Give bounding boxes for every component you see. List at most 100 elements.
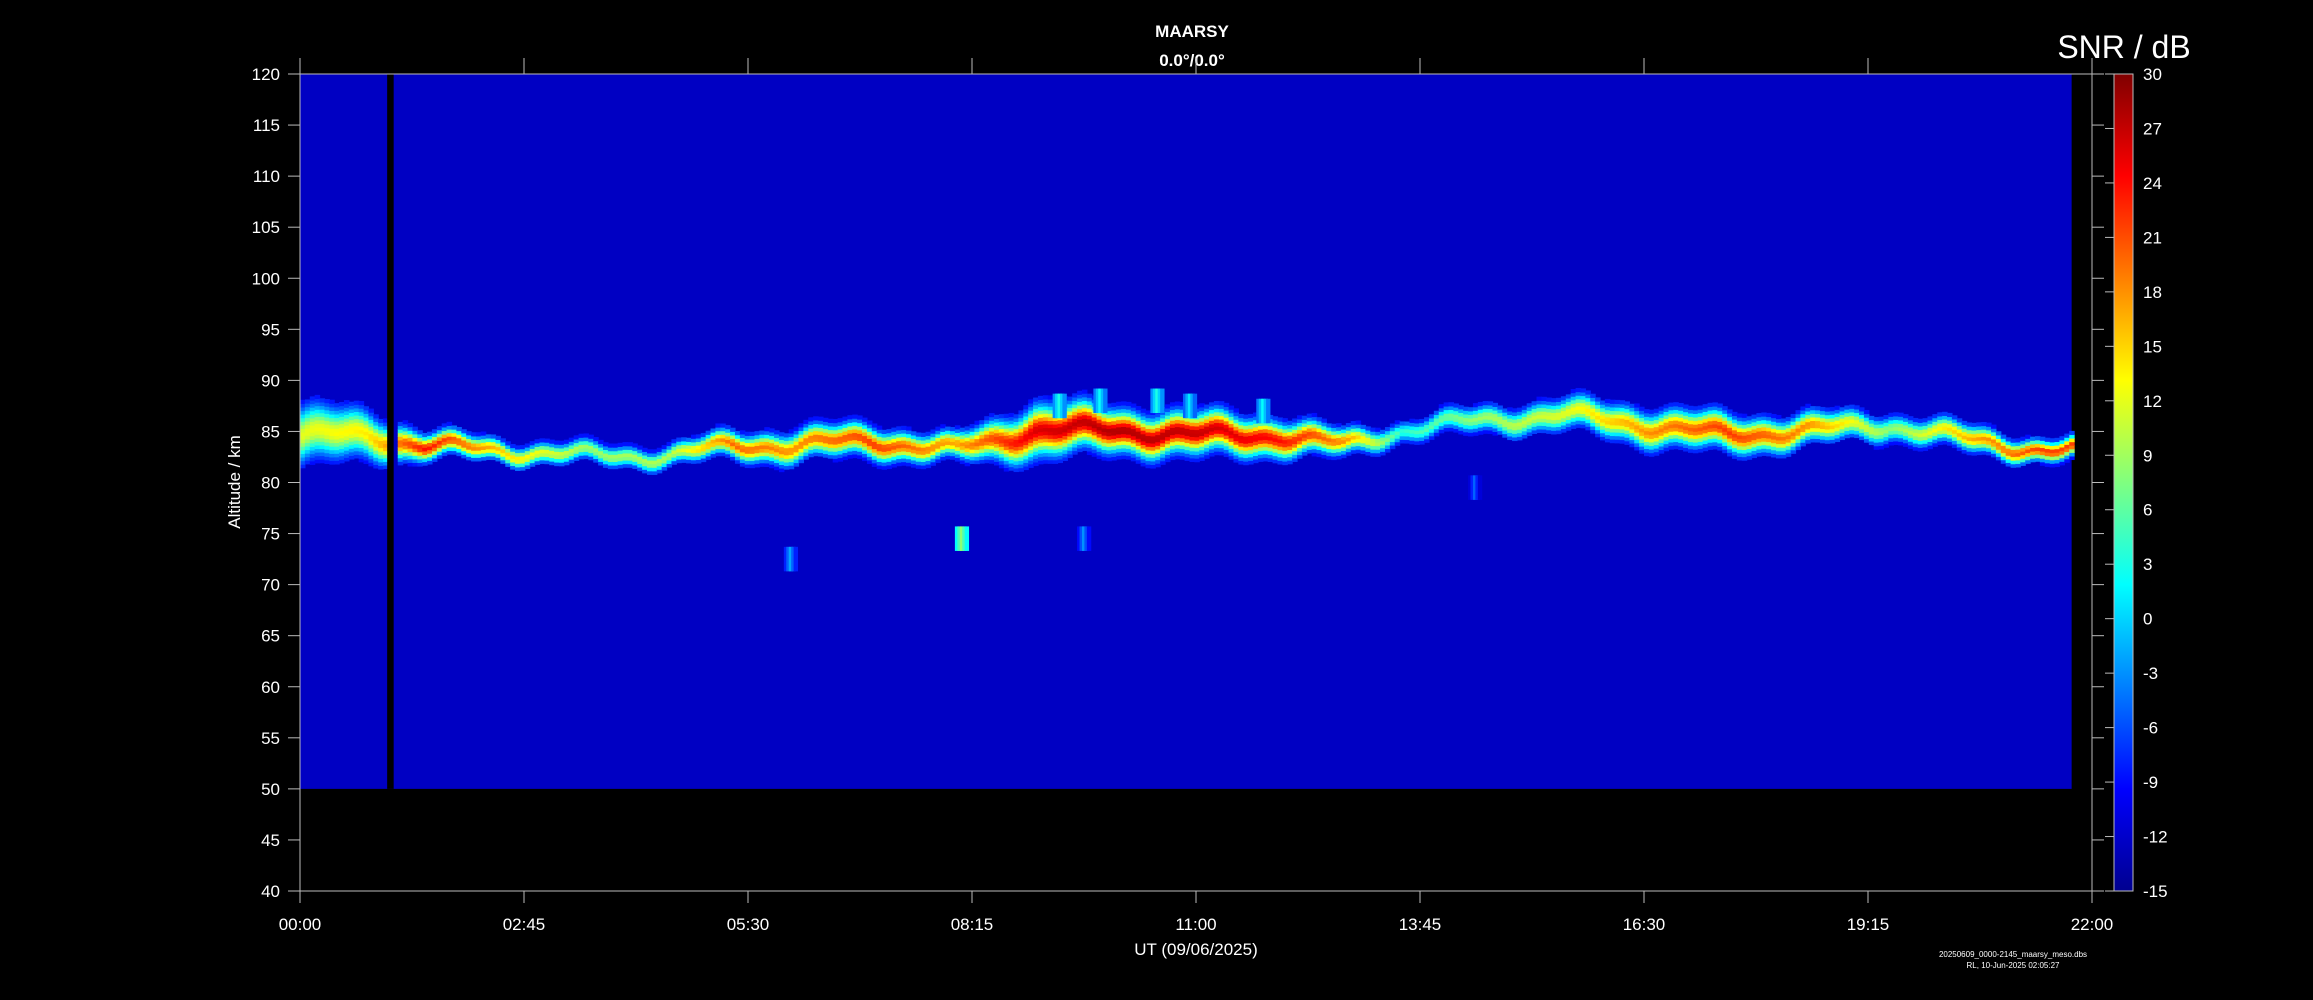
echo-cell: [1199, 403, 1205, 408]
echo-cell: [1863, 420, 1870, 425]
echo-cell: [446, 446, 453, 451]
echo-cell: [1712, 409, 1718, 414]
echo-cell: [339, 444, 345, 450]
echo-cell: [1771, 428, 1777, 433]
echo-cell: [2049, 463, 2056, 468]
echo-cell: [1849, 411, 1855, 416]
echo-cell: [993, 436, 1000, 441]
echo-cell: [583, 437, 589, 442]
echo-cell: [1116, 430, 1122, 435]
echo-cell: [1516, 436, 1523, 441]
echo-cell: [402, 452, 409, 457]
echo-cell: [1815, 434, 1821, 439]
echo-cell: [1355, 434, 1362, 439]
echo-cell: [1111, 413, 1117, 418]
echo-burst: [1477, 475, 1483, 500]
echo-cell: [896, 426, 902, 431]
echo-cell: [1233, 429, 1239, 435]
echo-cell: [446, 439, 453, 444]
echo-cell: [568, 459, 575, 464]
echo-cell: [2039, 454, 2046, 459]
echo-cell: [993, 443, 1000, 448]
echo-cell: [329, 417, 335, 422]
echo-cell: [1614, 432, 1621, 437]
echo-cell: [1800, 410, 1806, 415]
echo-cell: [1213, 415, 1220, 420]
echo-cell: [1512, 433, 1518, 438]
echo-cell: [1340, 428, 1347, 434]
echo-cell: [1687, 420, 1694, 425]
echo-cell: [1008, 416, 1015, 421]
echo-cell: [1658, 438, 1665, 443]
echo-cell: [1521, 430, 1528, 435]
echo-cell: [300, 399, 306, 404]
echo-cell: [1922, 436, 1929, 441]
echo-cell: [935, 444, 941, 449]
echo-cell: [343, 403, 350, 408]
echo-cell: [1477, 416, 1484, 421]
echo-cell: [901, 436, 907, 441]
echo-cell: [2064, 458, 2070, 463]
echo-cell: [847, 415, 853, 420]
echo-cell: [695, 437, 702, 443]
echo-cell: [1081, 439, 1088, 444]
echo-cell: [1609, 421, 1616, 426]
echo-cell: [329, 421, 335, 426]
echo-cell: [578, 440, 585, 446]
echo-cell: [1844, 430, 1850, 435]
echo-cell: [871, 462, 878, 467]
echo-cell: [1282, 453, 1288, 459]
echo-cell: [1018, 446, 1024, 451]
echo-cell: [1487, 408, 1494, 413]
echo-cell: [1081, 396, 1088, 401]
echo-cell: [1067, 428, 1073, 433]
echo-cell: [1130, 414, 1137, 419]
echo-cell: [1028, 452, 1034, 458]
echo-cell: [1727, 427, 1733, 432]
echo-cell: [612, 443, 619, 448]
echo-cell: [1345, 444, 1352, 449]
echo-cell: [1824, 421, 1831, 426]
echo-cell: [1204, 433, 1210, 438]
echo-cell: [1873, 431, 1880, 436]
echo-cell: [1228, 434, 1235, 439]
echo-cell: [2020, 458, 2026, 463]
echo-cell: [563, 446, 570, 451]
echo-cell: [1042, 398, 1049, 404]
echo-cell: [588, 441, 594, 446]
echo-cell: [1106, 432, 1112, 437]
echo-cell: [1248, 413, 1254, 419]
echo-cell: [788, 436, 795, 441]
echo-cell: [1018, 467, 1024, 472]
echo-cell: [984, 451, 990, 457]
echo-cell: [607, 454, 614, 459]
echo-cell: [407, 455, 414, 460]
echo-cell: [1130, 403, 1137, 408]
echo-cell: [1047, 445, 1054, 450]
echo-cell: [969, 431, 976, 436]
echo-cell: [950, 427, 956, 432]
echo-cell: [2049, 456, 2056, 461]
echo-cell: [749, 446, 756, 451]
echo-cell: [862, 435, 868, 440]
echo-cell: [1859, 425, 1865, 430]
y-tick-label: 85: [261, 422, 280, 441]
echo-cell: [710, 439, 717, 444]
echo-cell: [1345, 437, 1352, 442]
echo-cell: [441, 434, 448, 439]
echo-cell: [1086, 411, 1093, 416]
echo-cell: [1756, 448, 1762, 454]
echo-cell: [446, 450, 453, 455]
echo-cell: [1702, 418, 1709, 423]
echo-cell: [852, 414, 858, 419]
echo-cell: [764, 448, 770, 453]
echo-cell: [1267, 439, 1274, 445]
echo-cell: [358, 411, 365, 416]
echo-cell: [1331, 441, 1337, 446]
echo-cell: [656, 454, 663, 460]
echo-cell: [1775, 443, 1782, 448]
echo-cell: [715, 448, 721, 453]
chart-title: MAARSY: [1155, 22, 1229, 41]
echo-cell: [730, 427, 736, 432]
echo-cell: [1609, 435, 1616, 440]
